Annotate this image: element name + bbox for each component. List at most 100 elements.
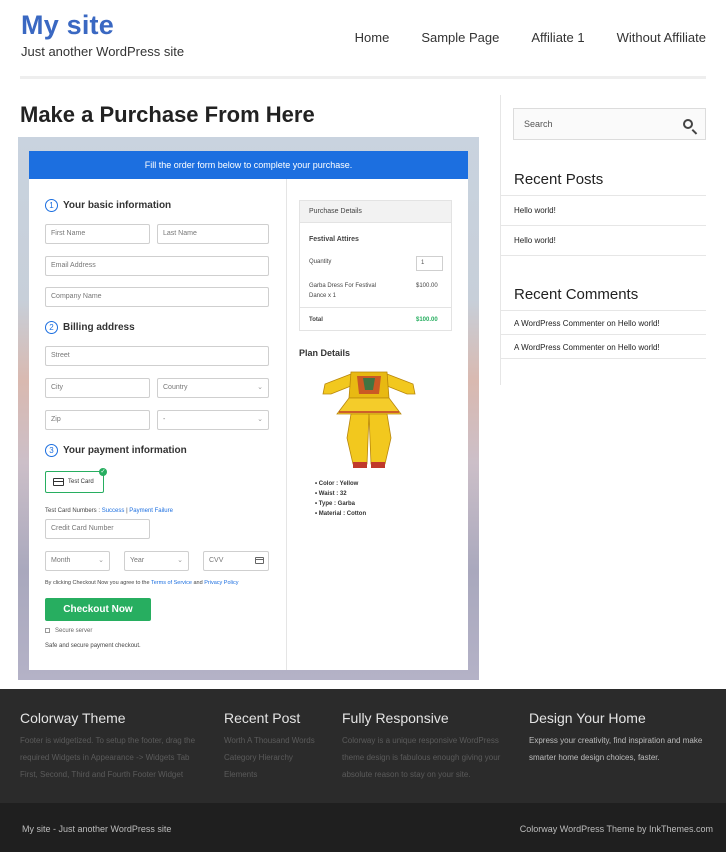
credit-card-icon bbox=[53, 478, 64, 486]
separator: | bbox=[126, 508, 128, 514]
step-label: Billing address bbox=[63, 322, 135, 333]
country-select-value: Country bbox=[163, 384, 188, 391]
footer-column-design: Design Your Home Express your creativity… bbox=[529, 710, 702, 766]
form-fields-column: 1 Your basic information First Name Last… bbox=[29, 179, 287, 670]
step-label: Your basic information bbox=[63, 200, 172, 211]
test-numbers-prefix: Test Card Numbers : bbox=[45, 508, 101, 514]
item-price: $100.00 bbox=[416, 283, 438, 289]
year-select[interactable]: Year ⌄ bbox=[124, 551, 189, 571]
quantity-input[interactable]: 1 bbox=[416, 256, 443, 271]
recent-post-link[interactable]: Hello world! bbox=[514, 236, 556, 245]
footer-link[interactable]: Worth A Thousand Words bbox=[224, 732, 315, 749]
city-field[interactable]: City bbox=[45, 378, 150, 398]
street-field[interactable]: Street bbox=[45, 346, 269, 366]
step-number: 1 bbox=[45, 199, 58, 212]
month-select[interactable]: Month ⌄ bbox=[45, 551, 110, 571]
state-select[interactable]: - ⌄ bbox=[157, 410, 269, 430]
test-card-option[interactable]: Test Card ✓ bbox=[45, 468, 107, 493]
nav-affiliate-1[interactable]: Affiliate 1 bbox=[531, 30, 584, 45]
card-number-field[interactable]: Credit Card Number bbox=[45, 519, 150, 539]
recent-post-link[interactable]: Hello world! bbox=[514, 206, 556, 215]
item-name-line2: Dance x 1 bbox=[309, 293, 337, 299]
chevron-down-icon: ⌄ bbox=[98, 557, 104, 564]
footer-column-title: Design Your Home bbox=[529, 710, 646, 726]
nav-home[interactable]: Home bbox=[355, 30, 390, 45]
footer-column-title: Fully Responsive bbox=[342, 710, 449, 726]
footer-link[interactable]: Elements bbox=[224, 766, 315, 783]
recent-comment-link[interactable]: A WordPress Commenter on Hello world! bbox=[514, 319, 660, 328]
privacy-link[interactable]: Privacy Policy bbox=[204, 580, 238, 586]
sidebar-divider bbox=[500, 95, 501, 385]
sidebar-line bbox=[501, 225, 706, 226]
site-tagline: Just another WordPress site bbox=[21, 44, 185, 59]
terms-prefix: By clicking Checkout Now you agree to th… bbox=[45, 580, 150, 586]
footer-widgets: Colorway Theme Footer is widgetized. To … bbox=[0, 689, 726, 803]
state-select-value: - bbox=[163, 416, 166, 423]
nav-without-affiliate[interactable]: Without Affiliate bbox=[617, 30, 706, 45]
payment-failure-link[interactable]: Payment Failure bbox=[129, 508, 173, 514]
attribute-type: Type : Garba bbox=[315, 499, 366, 509]
lock-icon bbox=[45, 628, 50, 633]
footer-bottom-bar: My site - Just another WordPress site Co… bbox=[0, 803, 726, 852]
cvv-placeholder: CVV bbox=[209, 557, 224, 564]
sidebar-line bbox=[501, 255, 706, 256]
check-icon: ✓ bbox=[99, 468, 107, 476]
sidebar-line bbox=[501, 310, 706, 311]
success-link[interactable]: Success bbox=[102, 508, 125, 514]
product-image bbox=[322, 371, 416, 468]
recent-posts-title: Recent Posts bbox=[514, 171, 604, 188]
safe-checkout-note: Safe and secure payment checkout. bbox=[45, 643, 141, 649]
step-billing-address: 2 Billing address bbox=[45, 321, 135, 334]
footer-column-responsive: Fully Responsive Colorway is a unique re… bbox=[342, 710, 500, 783]
credit-card-icon bbox=[255, 557, 264, 564]
product-name: Festival Attires bbox=[309, 236, 359, 243]
checkout-button[interactable]: Checkout Now bbox=[45, 598, 151, 621]
email-field[interactable]: Email Address bbox=[45, 256, 269, 276]
nav-sample-page[interactable]: Sample Page bbox=[421, 30, 499, 45]
attribute-material: Material : Cotton bbox=[315, 509, 366, 519]
footer-text-line: absolute reason to stay on your site. bbox=[342, 770, 471, 779]
footer-text-line: First, Second, Third and Fourth Footer W… bbox=[20, 770, 184, 779]
test-card-label: Test Card bbox=[68, 479, 94, 485]
search-icon[interactable] bbox=[683, 119, 693, 129]
search-placeholder: Search bbox=[524, 119, 553, 129]
footer-link[interactable]: Category Hierarchy bbox=[224, 749, 315, 766]
last-name-field[interactable]: Last Name bbox=[157, 224, 269, 244]
purchase-details-header: Purchase Details bbox=[300, 201, 451, 223]
recent-comments-title: Recent Comments bbox=[514, 286, 639, 303]
terms-notice: By clicking Checkout Now you agree to th… bbox=[45, 580, 238, 586]
terms-link[interactable]: Terms of Service bbox=[151, 580, 192, 586]
footer-theme-credit[interactable]: Colorway WordPress Theme by InkThemes.co… bbox=[520, 824, 713, 834]
company-field[interactable]: Company Name bbox=[45, 287, 269, 307]
attribute-color: Color : Yellow bbox=[315, 479, 366, 489]
header-divider bbox=[20, 76, 706, 79]
search-input[interactable]: Search bbox=[513, 108, 706, 140]
sidebar-line bbox=[501, 195, 706, 196]
order-form: Fill the order form below to complete yo… bbox=[29, 151, 468, 670]
footer-site-credit[interactable]: My site - Just another WordPress site bbox=[22, 824, 171, 834]
footer-column-title: Recent Post bbox=[224, 710, 301, 726]
purchase-details-box: Purchase Details Festival Attires Quanti… bbox=[299, 200, 452, 331]
item-name-line1: Garba Dress For Festival bbox=[309, 283, 377, 289]
form-banner: Fill the order form below to complete yo… bbox=[29, 151, 468, 179]
country-select[interactable]: Country ⌄ bbox=[157, 378, 269, 398]
plan-details-title: Plan Details bbox=[299, 348, 351, 358]
site-title[interactable]: My site bbox=[21, 10, 114, 41]
month-select-value: Month bbox=[51, 557, 71, 564]
footer-text-line: required Widgets in Appearance -> Widget… bbox=[20, 753, 190, 762]
page-title: Make a Purchase From Here bbox=[20, 102, 315, 127]
purchase-summary-column: Purchase Details Festival Attires Quanti… bbox=[287, 179, 468, 670]
recent-comment-link[interactable]: A WordPress Commenter on Hello world! bbox=[514, 343, 660, 352]
step-number: 2 bbox=[45, 321, 58, 334]
step-basic-info: 1 Your basic information bbox=[45, 199, 171, 212]
attribute-waist: Waist : 32 bbox=[315, 489, 366, 499]
cvv-field[interactable]: CVV bbox=[203, 551, 269, 571]
footer-column-title: Colorway Theme bbox=[20, 710, 126, 726]
sidebar-line bbox=[501, 358, 706, 359]
first-name-field[interactable]: First Name bbox=[45, 224, 150, 244]
total-divider bbox=[300, 307, 451, 308]
zip-field[interactable]: Zip bbox=[45, 410, 150, 430]
secure-label: Secure server bbox=[55, 628, 93, 635]
footer-text-line: Express your creativity, find inspiratio… bbox=[529, 736, 703, 745]
total-value: $100.00 bbox=[416, 317, 438, 323]
